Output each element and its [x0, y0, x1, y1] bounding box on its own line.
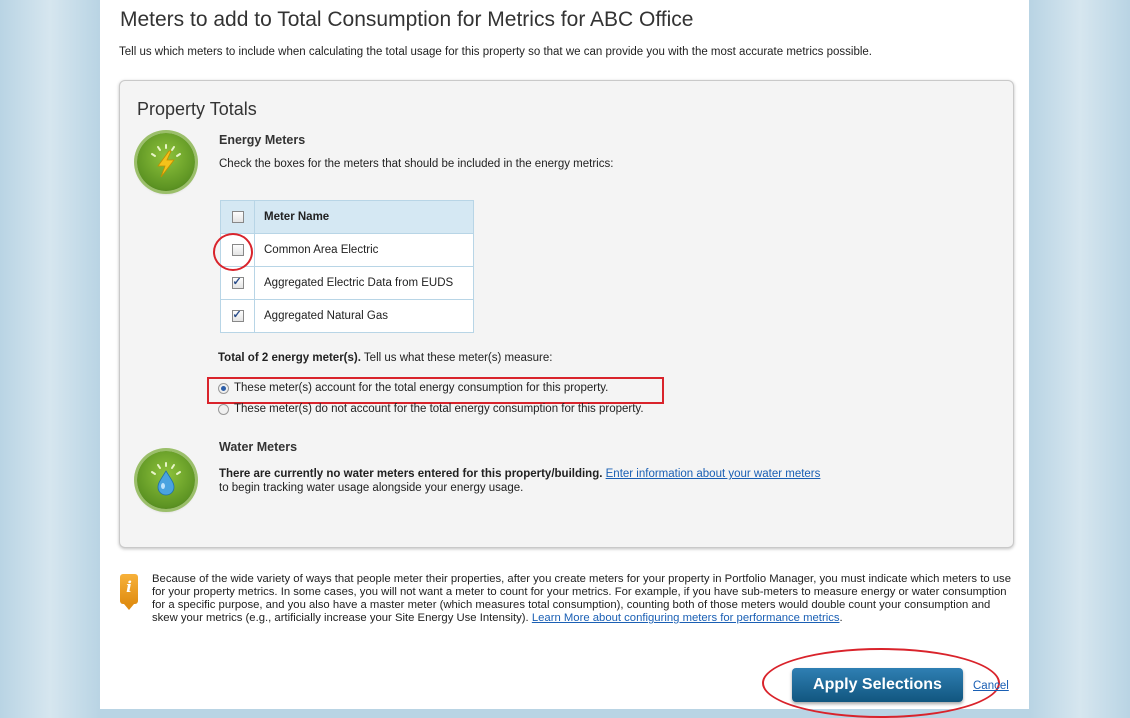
water-notice-bold: There are currently no water meters ente… — [219, 468, 603, 480]
meter-name: Aggregated Natural Gas — [254, 299, 474, 333]
main-page: Meters to add to Total Consumption for M… — [100, 0, 1029, 718]
table-row: Common Area Electric — [220, 233, 474, 267]
energy-total-text: Total of 2 energy meter(s). Tell us what… — [218, 352, 552, 364]
property-totals-panel: Property Totals Energy Meters Check the … — [119, 80, 1014, 548]
energy-instruction: Check the boxes for the meters that shou… — [219, 158, 614, 170]
radio-not-total-consumption[interactable] — [218, 403, 229, 415]
energy-total-prompt: Tell us what these meter(s) measure: — [360, 352, 553, 364]
meter-checkbox-aggregated-natural-gas[interactable] — [231, 308, 244, 322]
water-meters-heading: Water Meters — [219, 440, 298, 454]
option-label: These meter(s) do not account for the to… — [234, 403, 644, 415]
water-notice: There are currently no water meters ente… — [219, 467, 999, 495]
energy-total-count: Total of 2 energy meter(s). — [218, 352, 361, 364]
panel-title: Property Totals — [137, 99, 257, 119]
option-not-total-consumption[interactable]: These meter(s) do not account for the to… — [218, 403, 644, 415]
annotation-circle-checkbox — [213, 233, 253, 271]
meter-name: Aggregated Electric Data from EUDS — [254, 266, 474, 300]
meter-table: Meter Name Common Area Electric Aggregat… — [220, 200, 474, 333]
meter-name-header: Meter Name — [254, 200, 474, 234]
table-row: Aggregated Electric Data from EUDS — [220, 266, 474, 300]
energy-meter-icon — [137, 133, 195, 191]
select-all-checkbox[interactable] — [231, 210, 244, 223]
meter-name: Common Area Electric — [254, 233, 474, 267]
water-drop-icon — [137, 451, 195, 509]
info-text: Because of the wide variety of ways that… — [152, 573, 1014, 625]
info-end: . — [839, 612, 843, 624]
table-row: Aggregated Natural Gas — [220, 299, 474, 333]
select-all-cell — [220, 200, 255, 234]
learn-more-link[interactable]: Learn More about configuring meters for … — [532, 612, 840, 624]
page-title: Meters to add to Total Consumption for M… — [120, 8, 694, 31]
water-meters-link[interactable]: Enter information about your water meter… — [606, 468, 821, 480]
page-subtitle: Tell us which meters to include when cal… — [119, 46, 872, 58]
apply-selections-button[interactable]: Apply Selections — [792, 668, 963, 702]
energy-meters-heading: Energy Meters — [219, 133, 306, 147]
water-notice-rest: to begin tracking water usage alongside … — [219, 482, 524, 494]
cancel-link[interactable]: Cancel — [973, 680, 1009, 692]
info-icon: i — [120, 574, 138, 610]
meter-checkbox-aggregated-electric[interactable] — [231, 275, 244, 289]
annotation-rectangle-option — [207, 377, 664, 404]
table-header-row: Meter Name — [220, 200, 474, 234]
